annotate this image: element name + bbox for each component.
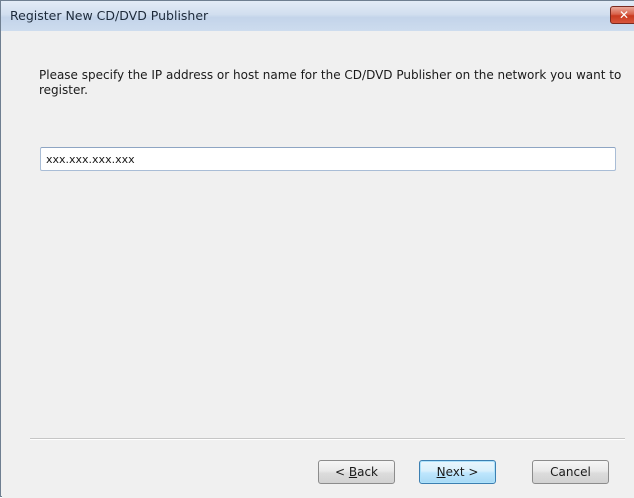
close-button[interactable]: ✕ [610,6,634,24]
dialog-window: Register New CD/DVD Publisher ✕ Please s… [0,0,634,498]
window-title: Register New CD/DVD Publisher [10,8,209,23]
dialog-content [2,31,634,498]
button-area-divider [30,438,625,440]
back-button[interactable]: < Back [318,460,395,484]
next-button-mnemonic: N [436,465,446,479]
next-button-rest: ext > [445,465,479,479]
back-button-prefix: < [334,465,349,479]
back-button-rest: ack [357,465,378,479]
cancel-button[interactable]: Cancel [532,460,609,484]
instruction-text: Please specify the IP address or host na… [39,68,622,97]
title-bar[interactable]: Register New CD/DVD Publisher ✕ [1,1,634,31]
next-button[interactable]: Next > [419,460,496,484]
ip-address-input[interactable] [40,147,616,171]
back-button-mnemonic: B [348,465,358,479]
close-icon: ✕ [619,8,630,22]
